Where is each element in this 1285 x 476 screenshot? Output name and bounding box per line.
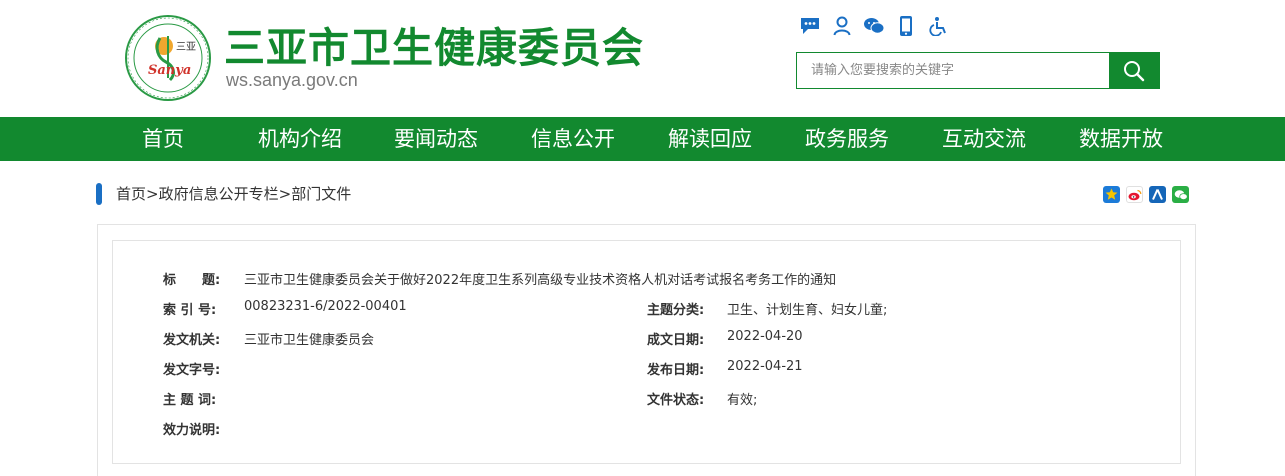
breadcrumb-section[interactable]: 政府信息公开专栏 <box>159 185 279 203</box>
nav-item-open-data[interactable]: 数据开放 <box>1079 117 1163 161</box>
status-label: 文件状态: <box>647 393 705 408</box>
mobile-icon[interactable] <box>895 14 917 38</box>
doc-number-label: 发文字号: <box>163 363 221 378</box>
site-logo[interactable]: Sanya 三亚 <box>124 14 212 102</box>
qzone-icon[interactable] <box>1103 186 1120 203</box>
svg-text:三亚: 三亚 <box>176 42 196 53</box>
created-date-label: 成文日期: <box>647 333 705 348</box>
share-icons <box>1103 186 1189 203</box>
site-header: Sanya 三亚 三亚市卫生健康委员会 ws.sanya.gov.cn <box>0 0 1285 117</box>
title-value: 三亚市卫生健康委员会关于做好2022年度卫生系列高级专业技术资格人机对话考试报名… <box>244 273 837 288</box>
wechat-share-icon[interactable] <box>1172 186 1189 203</box>
nav-item-home[interactable]: 首页 <box>142 117 184 161</box>
validity-label: 效力说明: <box>163 423 221 438</box>
site-domain: ws.sanya.gov.cn <box>226 70 358 90</box>
nav-item-news[interactable]: 要闻动态 <box>394 117 478 161</box>
chat-icon[interactable] <box>799 14 821 38</box>
main-nav: 首页 机构介绍 要闻动态 信息公开 解读回应 政务服务 互动交流 数据开放 <box>0 117 1285 161</box>
nav-item-disclosure[interactable]: 信息公开 <box>531 117 615 161</box>
svg-text:Sanya: Sanya <box>148 63 191 78</box>
issuer-value: 三亚市卫生健康委员会 <box>244 333 375 348</box>
nav-item-interaction[interactable]: 互动交流 <box>942 117 1026 161</box>
nav-item-services[interactable]: 政务服务 <box>805 117 889 161</box>
nav-item-about[interactable]: 机构介绍 <box>258 117 342 161</box>
breadcrumb-separator: > <box>146 185 159 203</box>
search-box <box>796 52 1160 89</box>
accessibility-icon[interactable] <box>927 14 949 38</box>
title-label: 标 题: <box>163 273 221 288</box>
breadcrumb-current[interactable]: 部门文件 <box>291 185 351 203</box>
nav-item-interpretation[interactable]: 解读回应 <box>668 117 752 161</box>
index-label: 索 引 号: <box>163 303 217 318</box>
site-title[interactable]: 三亚市卫生健康委员会 <box>224 14 644 74</box>
breadcrumb-home[interactable]: 首页 <box>116 185 146 203</box>
breadcrumb: 首页>政府信息公开专栏>部门文件 <box>116 183 351 204</box>
renren-icon[interactable] <box>1149 186 1166 203</box>
wechat-icon[interactable] <box>863 14 885 38</box>
tool-icons <box>799 14 949 38</box>
category-label: 主题分类: <box>647 303 705 318</box>
published-date-value: 2022-04-21 <box>727 359 803 374</box>
category-value: 卫生、计划生育、妇女儿童; <box>727 303 888 318</box>
created-date-value: 2022-04-20 <box>727 329 803 344</box>
issuer-label: 发文机关: <box>163 333 221 348</box>
search-icon <box>1124 60 1145 81</box>
search-input[interactable] <box>797 53 1109 88</box>
breadcrumb-separator: > <box>278 185 292 203</box>
user-icon[interactable] <box>831 14 853 38</box>
status-value: 有效; <box>727 393 758 408</box>
breadcrumb-marker <box>96 183 102 205</box>
published-date-label: 发布日期: <box>647 363 705 378</box>
weibo-icon[interactable] <box>1126 186 1143 203</box>
search-button[interactable] <box>1109 53 1159 88</box>
keywords-label: 主 题 词: <box>163 393 217 408</box>
index-value: 00823231-6/2022-00401 <box>244 299 407 314</box>
